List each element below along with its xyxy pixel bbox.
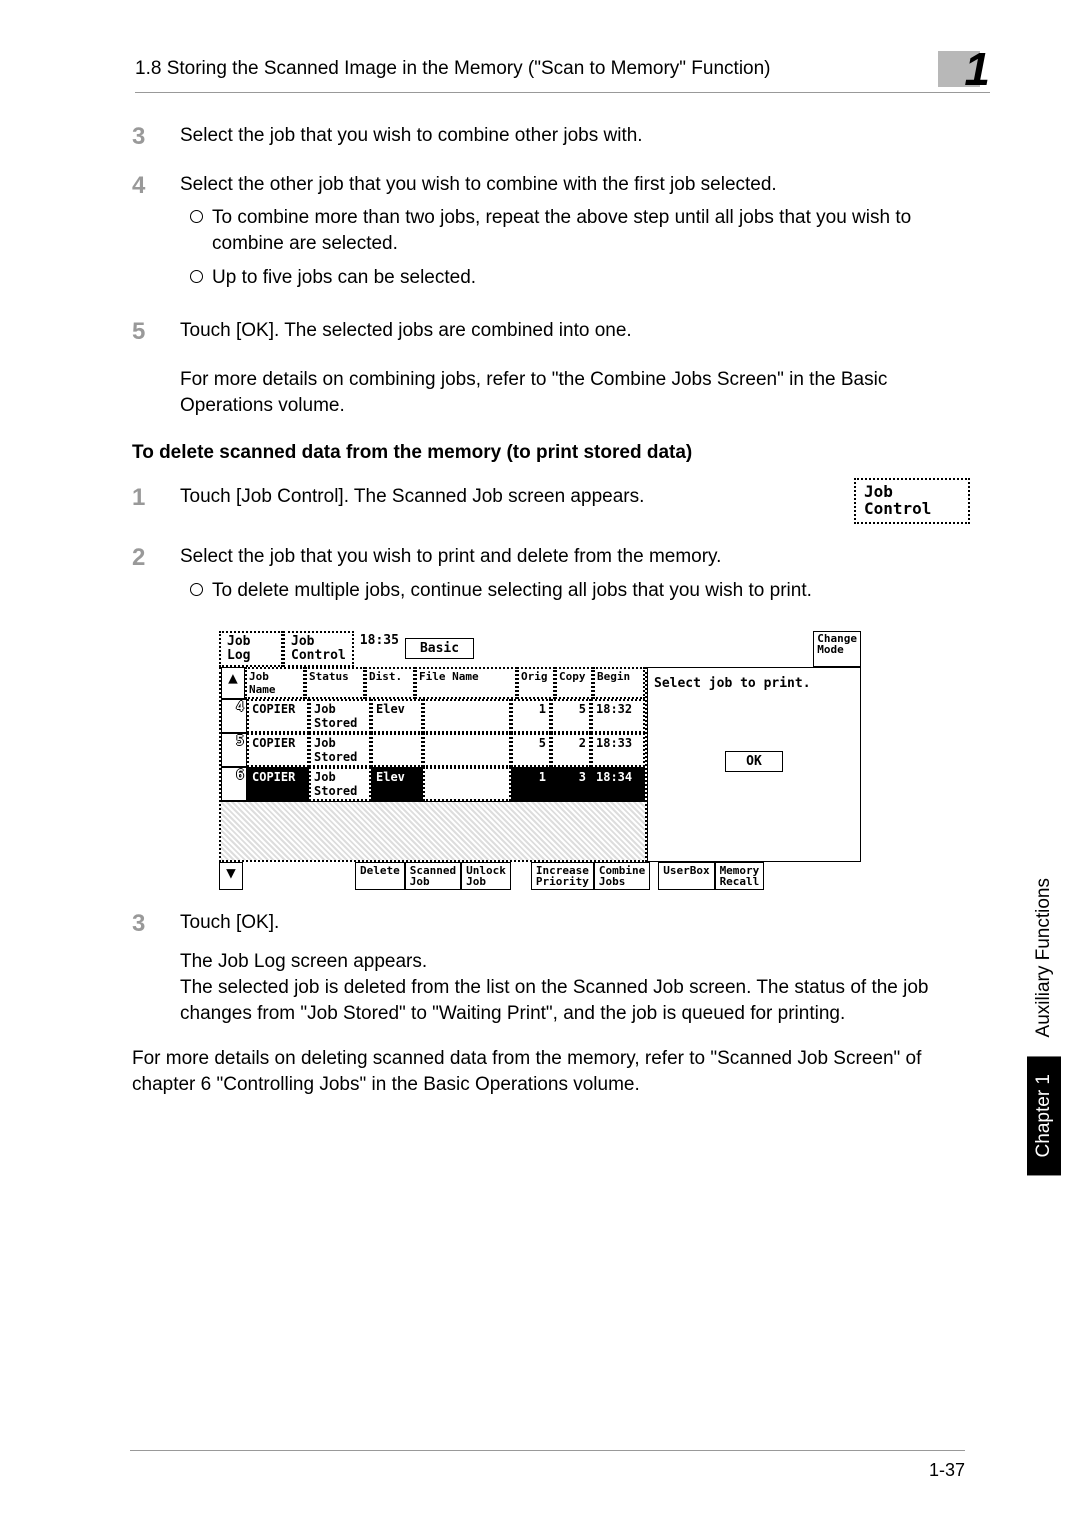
sub-text: To combine more than two jobs, repeat th… xyxy=(212,205,970,256)
scroll-down-button[interactable]: ▼ xyxy=(219,862,243,890)
job-control-button[interactable]: Job Control xyxy=(854,478,970,524)
table-row[interactable]: 4 COPIER JobStored Elev 1 5 18:32 xyxy=(221,699,645,733)
step-number: 3 xyxy=(110,910,180,1027)
closing-paragraph: For more details on deleting scanned dat… xyxy=(132,1046,970,1097)
step-2b: 2 Select the job that you wish to print … xyxy=(110,544,970,611)
bullet-icon xyxy=(190,265,212,289)
col-job-name: JobName xyxy=(245,667,305,699)
col-status: Status xyxy=(305,667,365,699)
bullet-icon xyxy=(190,205,212,229)
step-text: Select the other job that you wish to co… xyxy=(180,172,970,198)
step-number: 2 xyxy=(110,544,180,611)
change-mode-button[interactable]: Change Mode xyxy=(813,631,861,666)
scanned-job-screen: Job Log Job Control 18:35 Basic Change M… xyxy=(110,631,970,889)
scanned-job-button[interactable]: ScannedJob xyxy=(405,862,461,890)
step-text: Touch [OK]. xyxy=(180,910,970,936)
page-number: 1-37 xyxy=(929,1460,965,1481)
unlock-job-button[interactable]: UnlockJob xyxy=(461,862,511,890)
memory-recall-button[interactable]: MemoryRecall xyxy=(715,862,765,890)
step-after-text: The selected job is deleted from the lis… xyxy=(180,975,970,1026)
table-row[interactable]: 5 COPIER JobStored 5 2 18:33 xyxy=(221,733,645,767)
step-1b: 1 Job Control Touch [Job Control]. The S… xyxy=(110,484,970,524)
chapter-badge: 1 xyxy=(938,50,990,88)
table-row[interactable]: 6 COPIER JobStored Elev 1 3 18:34 xyxy=(221,767,645,801)
combine-jobs-button[interactable]: CombineJobs xyxy=(594,862,650,890)
col-file-name: File Name xyxy=(415,667,517,699)
step-text: Select the job that you wish to combine … xyxy=(180,123,970,152)
page-content: 3 Select the job that you wish to combin… xyxy=(110,123,970,1097)
userbox-button[interactable]: UserBox xyxy=(658,862,714,890)
step-4a: 4 Select the other job that you wish to … xyxy=(110,172,970,299)
ok-button[interactable]: OK xyxy=(725,751,783,772)
subheading: To delete scanned data from the memory (… xyxy=(132,442,970,464)
empty-rows xyxy=(221,801,645,860)
sidebar-chapter: Chapter 1 xyxy=(1027,1056,1061,1175)
col-orig: Orig xyxy=(517,667,555,699)
bullet-icon xyxy=(190,578,212,602)
sub-bullet: Up to five jobs can be selected. xyxy=(190,265,970,291)
sub-text: Up to five jobs can be selected. xyxy=(212,265,970,291)
increase-priority-button[interactable]: IncreasePriority xyxy=(531,862,594,890)
step-text: Select the job that you wish to print an… xyxy=(180,544,970,570)
section-title: 1.8 Storing the Scanned Image in the Mem… xyxy=(135,58,938,80)
step-3b: 3 Touch [OK]. The Job Log screen appears… xyxy=(110,910,970,1027)
sidebar-section: Auxiliary Functions xyxy=(1027,860,1061,1055)
footer-rule xyxy=(130,1450,965,1451)
delete-button[interactable]: Delete xyxy=(355,862,405,890)
step-3a: 3 Select the job that you wish to combin… xyxy=(110,123,970,152)
prompt-text: Select job to print. xyxy=(654,676,854,691)
job-control-l2: Control xyxy=(864,501,960,518)
side-tabs: Chapter 1 Auxiliary Functions xyxy=(1026,0,1061,1175)
col-dist: Dist. xyxy=(365,667,415,699)
sub-bullet: To combine more than two jobs, repeat th… xyxy=(190,205,970,256)
chapter-number: 1 xyxy=(964,46,990,92)
col-begin: Begin xyxy=(593,667,645,699)
sub-text: To delete multiple jobs, continue select… xyxy=(212,578,970,604)
basic-label: Basic xyxy=(405,638,474,659)
step-after-text: The Job Log screen appears. xyxy=(180,949,970,975)
sub-bullet: To delete multiple jobs, continue select… xyxy=(190,578,970,604)
tab-job-log[interactable]: Job Log xyxy=(219,631,283,666)
step-5a: 5 Touch [OK]. The selected jobs are comb… xyxy=(110,318,970,347)
scroll-up-button[interactable]: ▲ xyxy=(221,667,245,699)
step-text: Touch [Job Control]. The Scanned Job scr… xyxy=(180,484,970,510)
page-header: 1.8 Storing the Scanned Image in the Mem… xyxy=(135,50,990,93)
step-number: 1 xyxy=(110,484,180,524)
clock: 18:35 xyxy=(354,631,405,666)
step-text: Touch [OK]. The selected jobs are combin… xyxy=(180,318,970,347)
step-number: 4 xyxy=(110,172,180,299)
col-copy: Copy xyxy=(555,667,593,699)
step-after-text: For more details on combining jobs, refe… xyxy=(180,367,970,418)
step-number: 5 xyxy=(110,318,180,347)
step-number: 3 xyxy=(110,123,180,152)
tab-job-control[interactable]: Job Control xyxy=(283,631,354,666)
